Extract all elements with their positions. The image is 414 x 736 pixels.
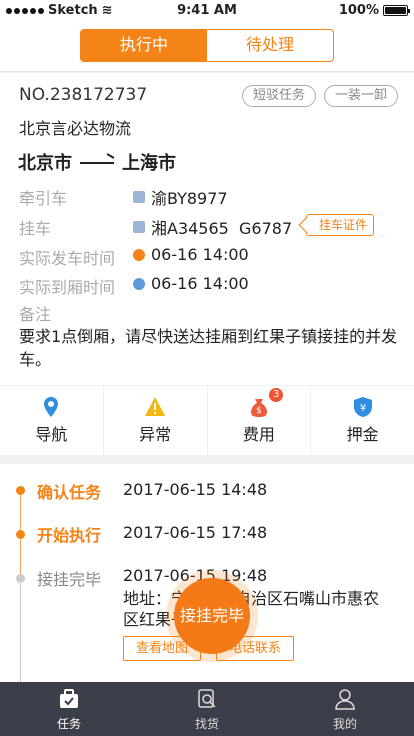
deposit-button[interactable]: ¥ 押金 [311, 386, 414, 455]
step-start: 开始执行 [37, 526, 102, 545]
depart-time: 06-16 14:00 [151, 245, 249, 264]
tractor-plate: 渝BY8977 [151, 189, 228, 208]
timeline-dot [16, 530, 25, 539]
step-confirm: 确认任务 [37, 483, 102, 502]
step-hitch: 接挂完毕 [37, 570, 102, 589]
tag-short-haul: 短驳任务 [242, 85, 316, 107]
order-card: NO.238172737 短驳任务 一装一卸 北京言必达物流 北京市 上海市 牵… [0, 73, 414, 385]
tractor-label: 牵引车 [19, 189, 68, 208]
tab-mine[interactable]: 我的 [276, 682, 414, 736]
top-bar: 执行中 待处理 [0, 22, 414, 72]
step-hitch-address: 地址：宁夏回族自治区石嘴山市惠农区红果子镇 [123, 589, 380, 629]
fee-badge: 3 [269, 388, 284, 402]
arrow-right-icon [80, 157, 114, 167]
route-from: 北京市 [18, 153, 72, 174]
tag-load-unload: 一装一卸 [324, 85, 398, 107]
trailer-icon [133, 221, 145, 233]
step-confirm-time: 2017-06-15 14:48 [123, 480, 268, 499]
segmented-control: 执行中 待处理 [80, 29, 334, 62]
fee-label: 费用 [242, 425, 275, 444]
exception-label: 异常 [139, 425, 172, 444]
exception-button[interactable]: 异常 [104, 386, 208, 455]
arrive-label: 实际到厢时间 [19, 278, 116, 297]
clock-icon [133, 248, 145, 261]
shield-yen-icon: ¥ [353, 397, 372, 417]
search-doc-icon [198, 689, 216, 708]
trailer-cert-button[interactable]: 挂车证件 [306, 214, 375, 236]
briefcase-icon [60, 689, 78, 708]
tab-tasks[interactable]: 任务 [0, 682, 138, 736]
tab-tasks-label: 任务 [56, 717, 81, 731]
battery-percent: 100% [338, 3, 379, 18]
tab-pending[interactable]: 待处理 [207, 30, 333, 61]
timeline-dot [16, 486, 25, 495]
hitch-complete-button[interactable]: 接挂完毕 [174, 578, 250, 654]
truck-icon [133, 191, 145, 203]
tab-mine-label: 我的 [332, 717, 357, 731]
company-name: 北京言必达物流 [19, 119, 132, 138]
warning-icon [145, 397, 166, 416]
battery-icon [383, 5, 410, 16]
depart-value: 06-16 14:00 [133, 245, 249, 264]
svg-text:$: $ [256, 406, 262, 416]
tab-find-goods-label: 找货 [194, 717, 219, 731]
fee-button[interactable]: $ 3 费用 [208, 386, 312, 455]
timeline-line-pending [20, 577, 21, 687]
arrive-time: 06-16 14:00 [151, 274, 249, 293]
bottom-tab-bar: 任务 找货 我的 [0, 682, 414, 736]
money-bag-icon: $ [250, 399, 267, 417]
route: 北京市 上海市 [18, 149, 176, 175]
location-pin-icon [44, 397, 59, 417]
timeline-dot [16, 574, 25, 583]
clock-icon [133, 277, 145, 290]
route-to: 上海市 [122, 153, 176, 174]
svg-text:¥: ¥ [359, 403, 365, 414]
action-toolbar: 导航 异常 $ 3 费用 ¥ 押金 [0, 386, 414, 455]
note-label: 备注 [19, 305, 52, 324]
tractor-value: 渝BY8977 [133, 185, 228, 209]
user-icon [335, 689, 355, 710]
order-number: NO.238172737 [19, 85, 148, 105]
trailer-label: 挂车 [19, 219, 52, 238]
trailer-value: 湘A34565 G6787 [133, 215, 292, 239]
nav-button[interactable]: 导航 [0, 386, 104, 455]
trailer-plate: 湘A34565 G6787 [151, 219, 293, 238]
status-bar: Sketch ≋ 9:41 AM 100% [0, 0, 414, 22]
step-start-time: 2017-06-15 17:48 [123, 523, 268, 542]
deposit-label: 押金 [346, 425, 379, 444]
tab-find-goods[interactable]: 找货 [138, 682, 276, 736]
arrive-value: 06-16 14:00 [133, 274, 249, 293]
tab-executing[interactable]: 执行中 [81, 30, 207, 61]
note-text: 要求1点倒厢，请尽快送达挂厢到红果子镇接挂的并发车。 [19, 327, 398, 369]
depart-label: 实际发车时间 [19, 249, 116, 268]
nav-label: 导航 [35, 425, 68, 444]
